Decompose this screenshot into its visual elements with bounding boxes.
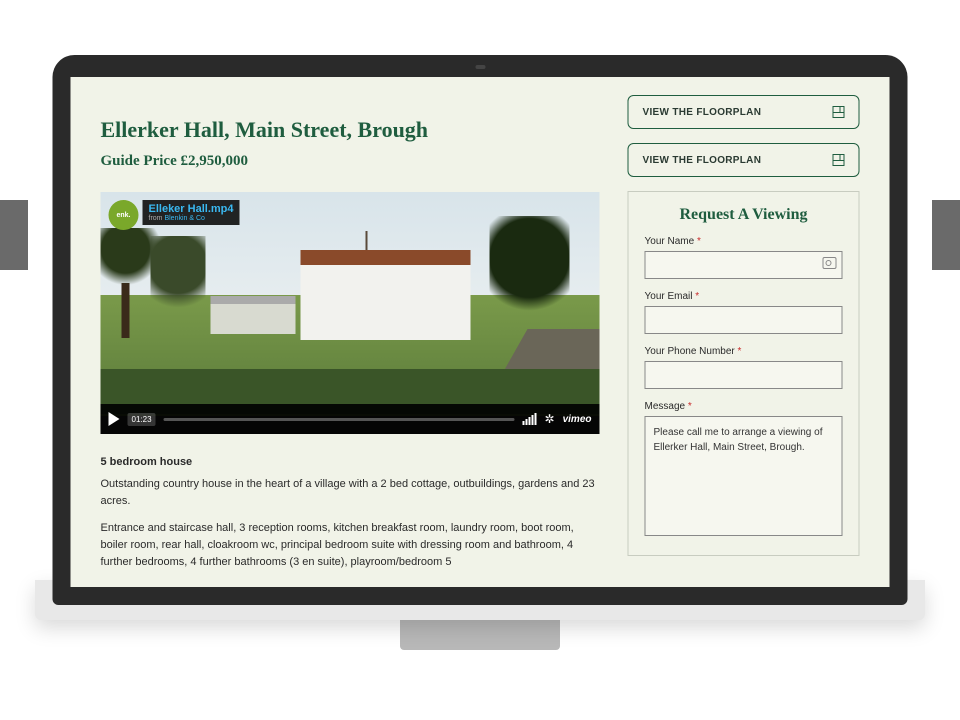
view-floorplan-button-1[interactable]: VIEW THE FLOORPLAN <box>628 95 860 129</box>
message-textarea[interactable] <box>645 416 843 536</box>
phone-label: Your Phone Number * <box>645 346 843 357</box>
laptop-camera <box>475 65 485 69</box>
property-price: Guide Price £2,950,000 <box>101 153 600 170</box>
play-icon[interactable] <box>109 412 120 426</box>
email-label: Your Email * <box>645 291 843 302</box>
message-label: Message * <box>645 401 843 412</box>
video-player[interactable]: enk. Elleker Hall.mp4 from Blenkin & Co … <box>101 192 600 434</box>
floorplan-label-1: VIEW THE FLOORPLAN <box>643 107 762 118</box>
video-filename: Elleker Hall.mp4 <box>149 203 234 215</box>
decor-left <box>0 200 28 270</box>
property-subheading: 5 bedroom house <box>101 456 600 468</box>
name-input[interactable] <box>645 251 843 279</box>
floorplan-label-2: VIEW THE FLOORPLAN <box>643 155 762 166</box>
name-label: Your Name * <box>645 236 843 247</box>
request-viewing-form: Request A Viewing Your Name * Your Email… <box>628 191 860 556</box>
video-from-prefix: from <box>149 215 165 222</box>
floorplan-icon <box>833 106 845 118</box>
property-description-2: Entrance and staircase hall, 3 reception… <box>101 520 600 571</box>
laptop-frame: Ellerker Hall, Main Street, Brough Guide… <box>53 55 908 605</box>
floorplan-icon <box>833 154 845 166</box>
video-progress-bar[interactable] <box>164 418 515 421</box>
email-input[interactable] <box>645 306 843 334</box>
property-description-1: Outstanding country house in the heart o… <box>101 476 600 510</box>
video-controls: 01:23 ✲ vimeo <box>101 404 600 434</box>
phone-input[interactable] <box>645 361 843 389</box>
vimeo-logo[interactable]: vimeo <box>563 414 592 425</box>
volume-icon[interactable] <box>523 413 537 425</box>
video-thumbnail <box>101 192 600 434</box>
property-title: Ellerker Hall, Main Street, Brough <box>101 117 600 143</box>
gear-icon[interactable]: ✲ <box>545 412 555 426</box>
view-floorplan-button-2[interactable]: VIEW THE FLOORPLAN <box>628 143 860 177</box>
screen: Ellerker Hall, Main Street, Brough Guide… <box>71 77 890 587</box>
video-title-overlay[interactable]: Elleker Hall.mp4 from Blenkin & Co <box>143 200 240 225</box>
video-author[interactable]: Blenkin & Co <box>164 215 204 222</box>
form-title: Request A Viewing <box>645 206 843 224</box>
decor-right <box>932 200 960 270</box>
video-duration: 01:23 <box>128 413 156 426</box>
video-author-logo: enk. <box>109 200 139 230</box>
